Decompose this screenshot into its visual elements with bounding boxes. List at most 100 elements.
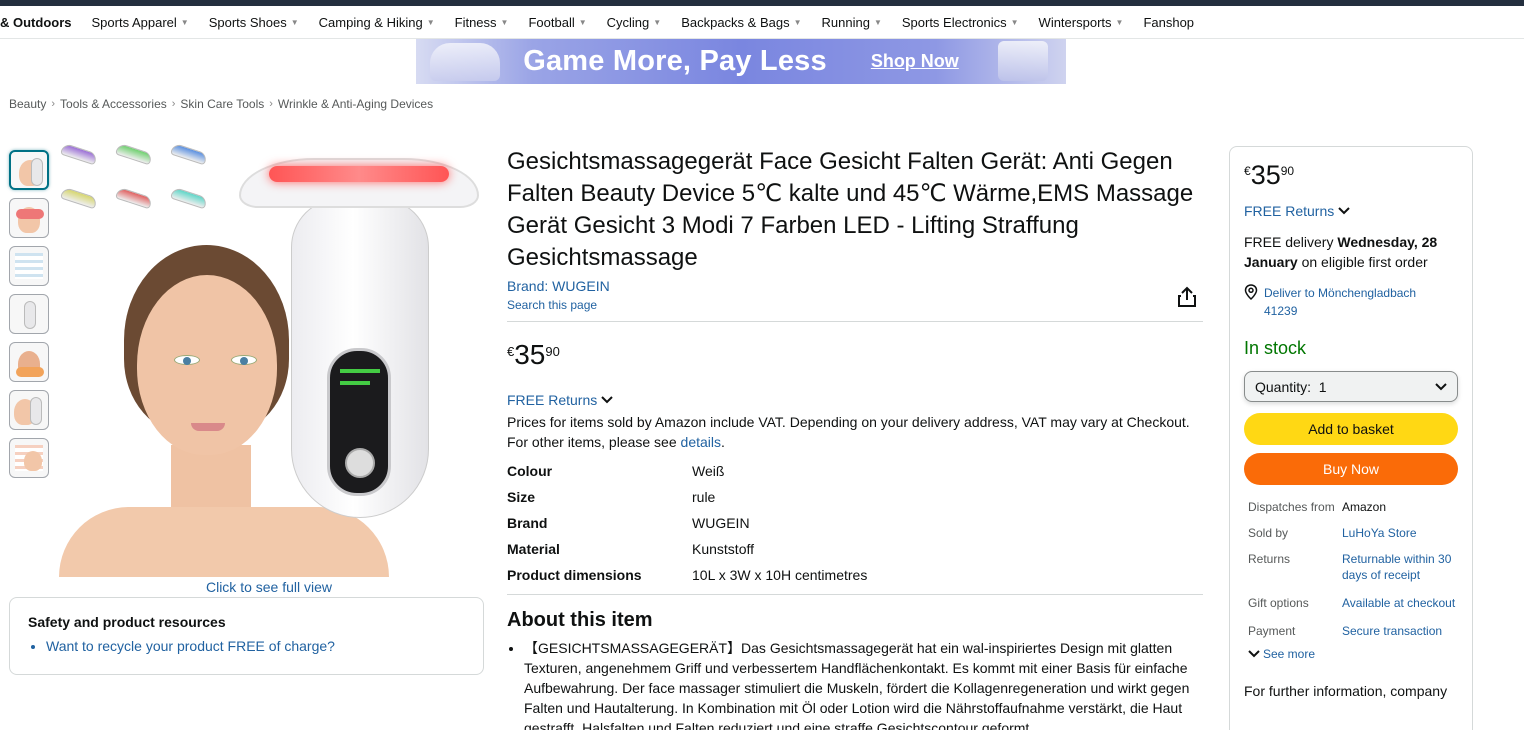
info-key: Sold by [1248, 526, 1289, 540]
brand-link[interactable]: Brand: WUGEIN [507, 278, 1203, 294]
buybox-free-returns-link[interactable]: FREE Returns [1244, 203, 1458, 219]
caret-down-icon: ▼ [426, 17, 435, 27]
caret-down-icon: ▼ [1115, 17, 1124, 27]
deliver-to-link[interactable]: Deliver to Mönchengladbach 41239 [1244, 284, 1458, 320]
share-icon[interactable] [1177, 286, 1197, 308]
caret-down-icon: ▼ [793, 17, 802, 27]
chevron-down-icon [1248, 650, 1260, 658]
thumbnail-7[interactable] [9, 438, 49, 478]
info-row-gift: Gift options Available at checkout [1244, 595, 1458, 611]
product-specs-table: Colour Weiß Size rule Brand WUGEIN Material… [507, 458, 1203, 588]
thumbnail-2[interactable] [9, 198, 49, 238]
location-pin-icon [1244, 284, 1258, 300]
buybox-price: € 35 90 [1244, 161, 1458, 189]
returns-policy-link[interactable]: Returnable within 30 days of receipt [1342, 551, 1458, 583]
seller-link[interactable]: LuHoYa Store [1342, 525, 1458, 541]
nav-item[interactable]: Camping & Hiking ▼ [309, 15, 445, 30]
info-key: Dispatches from [1248, 500, 1335, 514]
info-row-payment: Payment Secure transaction [1244, 623, 1458, 639]
buy-now-button[interactable]: Buy Now [1244, 453, 1458, 485]
price-fraction: 90 [545, 344, 560, 359]
full-view-link[interactable]: Click to see full view [59, 579, 479, 595]
thumbnail-face-image [24, 451, 42, 471]
led-color-variants-graphic [59, 140, 219, 220]
deliver-to-label: Deliver to Mönchengladbach 41239 [1264, 286, 1417, 318]
thumbnail-4[interactable] [9, 294, 49, 334]
spec-key: Size [507, 489, 536, 505]
model-mouth [191, 423, 225, 431]
spec-key: Material [507, 541, 560, 557]
thumbnail-device-image [16, 209, 44, 219]
breadcrumb-skin-care-tools[interactable]: Skin Care Tools [180, 97, 264, 111]
spec-key: Brand [507, 515, 548, 531]
free-returns-link[interactable]: FREE Returns [507, 392, 1203, 408]
further-info-text: For further information, company [1244, 683, 1448, 699]
nav-item[interactable]: Sports Apparel ▼ [82, 15, 199, 30]
caret-down-icon: ▼ [290, 17, 299, 27]
thumbnail-device-image [16, 367, 44, 377]
nav-item-label: Cycling [606, 14, 650, 30]
price-whole: 35 [1250, 160, 1281, 190]
spec-row: Product dimensions 10L x 3W x 10H centime… [507, 562, 1203, 588]
price-currency: € [507, 344, 515, 359]
led-color-variant [60, 186, 98, 210]
led-color-variant [115, 186, 153, 210]
vat-details-link[interactable]: details [681, 434, 721, 450]
recycle-link[interactable]: Want to recycle your product FREE of cha… [46, 638, 465, 654]
product-price: € 35 90 [507, 340, 1203, 370]
nav-item[interactable]: Cycling ▼ [597, 15, 672, 30]
nav-item[interactable]: Football ▼ [518, 15, 596, 30]
breadcrumb-separator-icon: › [51, 98, 56, 110]
promo-banner[interactable]: Game More, Pay Less Shop Now [416, 39, 1066, 84]
quantity-select[interactable]: Quantity: 1 [1244, 371, 1458, 402]
gift-options-link[interactable]: Available at checkout [1342, 595, 1458, 611]
secure-transaction-link[interactable]: Secure transaction [1342, 623, 1458, 639]
led-color-variant [170, 142, 208, 166]
thumbnail-3[interactable] [9, 246, 49, 286]
search-this-page-link[interactable]: Search this page [507, 298, 1203, 312]
main-product-image[interactable] [59, 140, 479, 577]
nav-item[interactable]: Fitness ▼ [445, 15, 519, 30]
spec-value: rule [692, 489, 716, 505]
breadcrumb-separator-icon: › [269, 98, 273, 110]
see-more-link[interactable]: See more [1244, 647, 1458, 661]
nav-item-label: Fanshop [1143, 14, 1195, 30]
breadcrumb-wrinkle-devices[interactable]: Wrinkle & Anti-Aging Devices [278, 97, 433, 111]
see-more-label: See more [1263, 647, 1316, 661]
delivery-info: FREE delivery Wednesday, 28 January on e… [1244, 232, 1458, 272]
free-returns-label: FREE Returns [507, 392, 598, 408]
nav-item-label: Sports Electronics [901, 14, 1007, 30]
safety-resources-box: Safety and product resources Want to rec… [9, 597, 484, 675]
nav-item[interactable]: Backpacks & Bags ▼ [671, 15, 811, 30]
info-row-returns: Returns Returnable within 30 days of rece… [1244, 551, 1458, 583]
device-mode-indicator [340, 381, 370, 385]
nav-item[interactable]: Sports Electronics ▼ [892, 15, 1029, 30]
add-to-basket-button[interactable]: Add to basket [1244, 413, 1458, 445]
nav-item[interactable]: Fanshop [1133, 15, 1204, 30]
nav-item[interactable]: Sports Shoes ▼ [199, 15, 309, 30]
delivery-suffix: on eligible first order [1297, 254, 1428, 270]
nav-item-label: Running [821, 14, 870, 30]
price-currency: € [1244, 164, 1251, 178]
spec-key: Product dimensions [507, 567, 642, 583]
breadcrumb-beauty[interactable]: Beauty [9, 97, 46, 111]
nav-item-label: & Outdoors [0, 14, 72, 30]
device-red-led [269, 166, 449, 182]
breadcrumb-tools-accessories[interactable]: Tools & Accessories [60, 97, 167, 111]
nav-item[interactable]: Wintersports ▼ [1029, 15, 1134, 30]
spec-row: Brand WUGEIN [507, 510, 1203, 536]
spec-value: WUGEIN [692, 515, 750, 531]
category-subnav: & Outdoors Sports Apparel ▼ Sports Shoes ▼ Ca… [0, 6, 1524, 39]
safety-title: Safety and product resources [28, 614, 226, 630]
thumbnail-1[interactable] [9, 150, 49, 190]
nav-item[interactable]: Running ▼ [812, 15, 892, 30]
thumbnail-6[interactable] [9, 390, 49, 430]
nav-item-label: Camping & Hiking [318, 14, 423, 30]
massager-device-graphic [239, 158, 479, 518]
nav-item-label: Sports Shoes [208, 14, 287, 30]
buy-box: € 35 90 FREE Returns FREE delivery Wedne… [1229, 146, 1473, 730]
banner-shop-now-link[interactable]: Shop Now [871, 51, 959, 72]
thumbnail-5[interactable] [9, 342, 49, 382]
nav-item[interactable]: & Outdoors [0, 15, 82, 30]
spec-row: Material Kunststoff [507, 536, 1203, 562]
